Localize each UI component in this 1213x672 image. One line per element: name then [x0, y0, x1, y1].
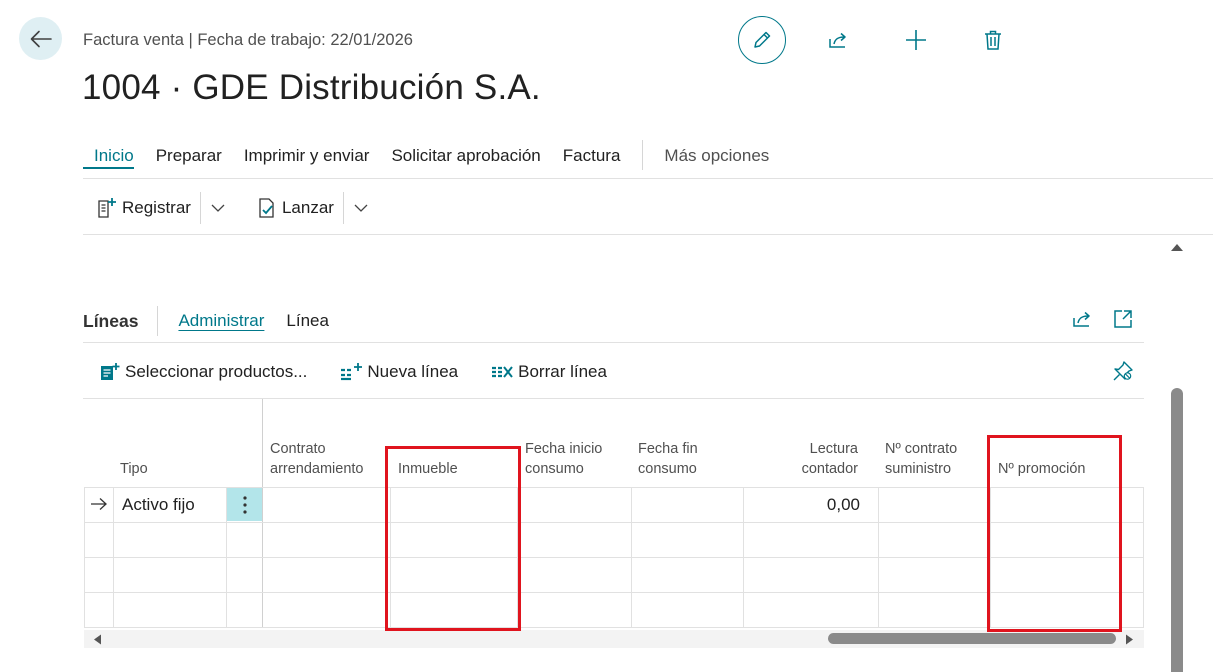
- fecha-inicio-header-line2: consumo: [525, 461, 584, 477]
- tabs-divider: [83, 178, 1213, 179]
- lines-tab-linea[interactable]: Línea: [286, 311, 329, 331]
- lines-title: Líneas: [83, 310, 139, 331]
- lectura-header-line2: contador: [801, 461, 858, 477]
- plus-icon: [906, 30, 926, 50]
- column-header-tipo[interactable]: Tipo: [120, 399, 220, 487]
- column-header-contrato-suministro[interactable]: Nº contrato suministro: [885, 399, 990, 487]
- back-button[interactable]: [19, 17, 62, 60]
- tipo-header-label: Tipo: [120, 461, 148, 477]
- arrow-right-icon: [91, 498, 107, 510]
- trash-icon: [985, 30, 1001, 50]
- lines-header-divider: [83, 342, 1144, 343]
- page-caption: Factura venta | Fecha de trabajo: 22/01/…: [83, 31, 413, 49]
- pin-icon: [1113, 361, 1133, 381]
- lines-action-bar: Seleccionar productos... Nueva línea Bor…: [99, 356, 639, 388]
- lines-header: Líneas Administrar Línea: [83, 304, 351, 338]
- contrato-sum-header-line1: Nº contrato: [885, 441, 958, 457]
- lines-tab-administrar[interactable]: Administrar: [178, 311, 264, 331]
- fecha-inicio-header-line1: Fecha inicio: [525, 441, 603, 457]
- lines-share-button[interactable]: [1070, 306, 1096, 332]
- new-button[interactable]: [892, 16, 940, 64]
- registrar-button[interactable]: Registrar: [96, 192, 191, 224]
- fecha-fin-header-line1: Fecha fin: [638, 441, 698, 457]
- tab-imprimir-enviar[interactable]: Imprimir y enviar: [244, 140, 370, 174]
- delete-line-button[interactable]: Borrar línea: [490, 356, 607, 388]
- chevron-down-icon: [354, 204, 368, 212]
- chevron-down-icon: [212, 204, 225, 212]
- scroll-right-icon[interactable]: [1125, 634, 1134, 645]
- row-actions-button[interactable]: [227, 488, 262, 521]
- new-line-icon: [341, 363, 363, 381]
- fecha-fin-header-line2: consumo: [638, 461, 697, 477]
- new-line-button[interactable]: Nueva línea: [339, 356, 458, 388]
- tab-solicitar-aprobacion[interactable]: Solicitar aprobación: [391, 140, 540, 174]
- lanzar-dropdown[interactable]: [342, 192, 379, 224]
- grid-scroll-thumb[interactable]: [828, 633, 1116, 644]
- post-document-icon: [98, 198, 116, 218]
- edit-button[interactable]: [738, 16, 786, 64]
- expand-icon: [1114, 310, 1132, 328]
- tab-divider: [642, 140, 644, 170]
- page-title: 1004 · GDE Distribución S.A.: [82, 68, 541, 107]
- more-vertical-icon: [242, 495, 247, 514]
- cell-lectura-contador[interactable]: 0,00: [827, 495, 860, 515]
- tab-inicio[interactable]: Inicio: [83, 140, 134, 169]
- column-header-lectura-contador[interactable]: Lectura contador: [744, 399, 858, 487]
- table-row[interactable]: [84, 557, 1144, 592]
- column-header-fecha-fin-consumo[interactable]: Fecha fin consumo: [638, 399, 743, 487]
- grid-horizontal-scrollbar[interactable]: [84, 630, 1144, 648]
- delete-line-icon: [492, 366, 513, 378]
- registrar-label: Registrar: [122, 198, 191, 217]
- pencil-icon: [754, 31, 771, 48]
- scroll-left-icon[interactable]: [93, 634, 102, 645]
- tab-factura[interactable]: Factura: [563, 140, 621, 174]
- select-products-label: Seleccionar productos...: [125, 362, 308, 381]
- action-bar: Registrar Lanzar: [96, 192, 379, 224]
- tab-mas-opciones[interactable]: Más opciones: [664, 140, 769, 174]
- contrato-header-line1: Contrato: [270, 441, 326, 457]
- lines-grid: Tipo Contrato arrendamiento Inmueble Fec…: [84, 399, 1144, 628]
- page-vertical-scrollbar[interactable]: [1169, 238, 1185, 672]
- contrato-header-line2: arrendamiento: [270, 461, 364, 477]
- share-button[interactable]: [815, 16, 863, 64]
- table-row[interactable]: [84, 522, 1144, 557]
- lectura-header-line1: Lectura: [809, 441, 858, 457]
- table-row[interactable]: [84, 592, 1144, 628]
- share-icon: [1073, 311, 1090, 327]
- lines-divider: [157, 306, 159, 336]
- column-header-contrato-arrendamiento[interactable]: Contrato arrendamiento: [270, 399, 385, 487]
- new-line-label: Nueva línea: [367, 362, 459, 381]
- cell-tipo[interactable]: Activo fijo: [122, 495, 195, 515]
- arrow-left-icon: [30, 30, 52, 47]
- contrato-sum-header-line2: suministro: [885, 461, 952, 477]
- scroll-up-icon[interactable]: [1170, 242, 1184, 252]
- highlight-inmueble-column: [385, 446, 521, 631]
- tab-preparar[interactable]: Preparar: [156, 140, 222, 174]
- highlight-promocion-column: [987, 435, 1122, 632]
- share-icon: [829, 32, 846, 48]
- actionbar-divider: [83, 234, 1213, 235]
- lines-expand-button[interactable]: [1110, 306, 1136, 332]
- lanzar-label: Lanzar: [281, 198, 334, 217]
- delete-button[interactable]: [969, 16, 1017, 64]
- delete-line-label: Borrar línea: [518, 362, 607, 381]
- lanzar-button[interactable]: Lanzar: [256, 192, 334, 224]
- action-tabs: Inicio Preparar Imprimir y enviar Solici…: [83, 140, 791, 174]
- select-products-button[interactable]: Seleccionar productos...: [99, 356, 307, 388]
- page-scroll-thumb[interactable]: [1171, 388, 1183, 672]
- column-header-fecha-inicio-consumo[interactable]: Fecha inicio consumo: [525, 399, 630, 487]
- release-document-icon: [259, 198, 274, 218]
- lines-toolbar-icons: [1070, 306, 1136, 332]
- pin-button[interactable]: [1112, 360, 1134, 387]
- select-items-icon: [101, 363, 120, 380]
- registrar-dropdown[interactable]: [199, 192, 236, 224]
